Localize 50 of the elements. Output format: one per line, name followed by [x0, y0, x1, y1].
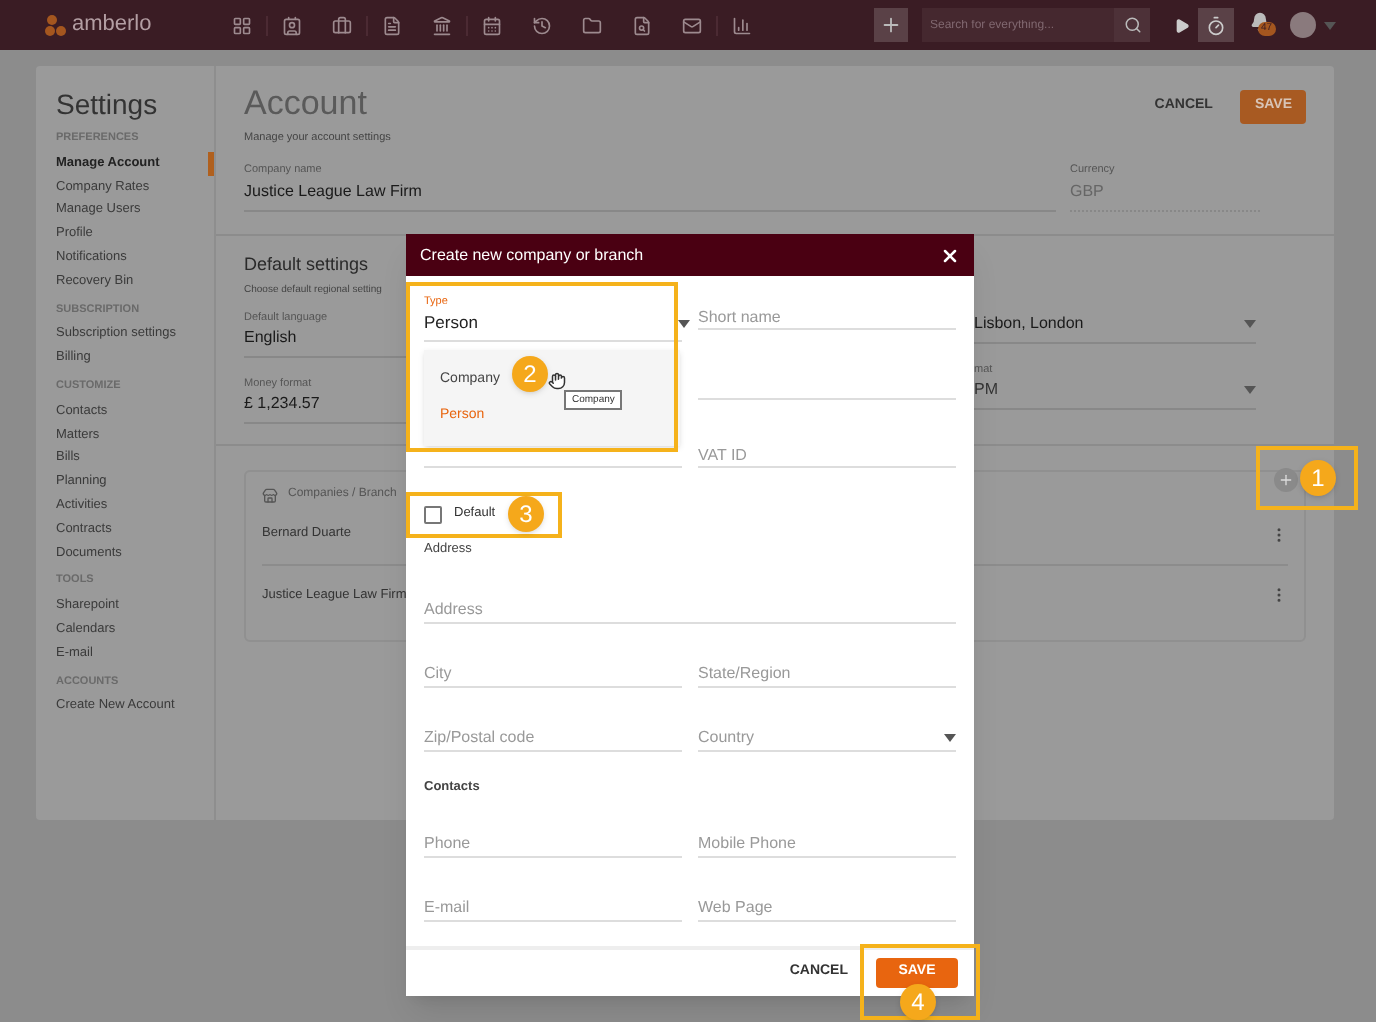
- caret-icon: [1324, 21, 1336, 29]
- logo-text: amberlo: [72, 10, 152, 41]
- input-field[interactable]: VAT ID: [698, 444, 956, 468]
- contact-card-icon[interactable]: [282, 15, 302, 35]
- checkbox[interactable]: [424, 505, 442, 523]
- company-name-field[interactable]: Justice League Law Firm: [244, 179, 1056, 209]
- bank-icon[interactable]: [431, 15, 451, 35]
- plus-icon: [880, 14, 902, 36]
- section-title: Default settings: [244, 251, 371, 278]
- close-icon[interactable]: [940, 245, 960, 265]
- mail-icon[interactable]: [681, 15, 701, 35]
- input-field[interactable]: Phone: [424, 833, 682, 857]
- history-icon[interactable]: [531, 15, 551, 35]
- page-title: Account: [244, 84, 369, 124]
- plus-icon: [1278, 472, 1294, 488]
- callout-frame: [860, 944, 980, 1020]
- timer-icon[interactable]: [1206, 15, 1226, 35]
- callout-frame: [1256, 446, 1358, 510]
- input-field[interactable]: Zip/Postal code: [424, 727, 682, 752]
- caret-icon: [1244, 385, 1256, 394]
- language-field[interactable]: English: [244, 325, 406, 356]
- document-icon[interactable]: [382, 15, 402, 35]
- input-field[interactable]: Web Page: [698, 897, 956, 921]
- select-field[interactable]: Country: [698, 727, 956, 752]
- add-button[interactable]: [874, 8, 908, 42]
- grid-icon[interactable]: [231, 15, 251, 35]
- caret-icon: [944, 734, 956, 743]
- input-field[interactable]: Mobile Phone: [698, 833, 956, 857]
- logo-icon: [44, 13, 68, 37]
- input-field[interactable]: E-mail: [424, 897, 682, 921]
- pointer-icon: [548, 372, 566, 390]
- avatar[interactable]: [1290, 12, 1316, 38]
- calendar-icon[interactable]: [482, 15, 502, 35]
- sidebar-title: Settings: [54, 86, 160, 122]
- search-icon[interactable]: [1123, 16, 1141, 34]
- document-search-icon[interactable]: [631, 15, 651, 35]
- folder-icon[interactable]: [581, 15, 601, 35]
- caret-icon: [1244, 319, 1256, 327]
- money-format-field[interactable]: £ 1,234.57: [244, 392, 406, 422]
- input-field[interactable]: Short name: [698, 306, 956, 330]
- time-format-field[interactable]: PM: [974, 377, 1256, 408]
- input-field[interactable]: State/Region: [698, 663, 956, 688]
- input-field[interactable]: Address: [424, 599, 956, 624]
- chart-icon[interactable]: [732, 15, 752, 35]
- store-icon: [262, 487, 278, 503]
- caret-icon: [678, 320, 690, 328]
- input-field[interactable]: City: [424, 663, 682, 688]
- briefcase-icon[interactable]: [331, 15, 351, 35]
- dialog-title: Create new company or branch: [420, 243, 646, 267]
- play-icon[interactable]: [1173, 17, 1189, 33]
